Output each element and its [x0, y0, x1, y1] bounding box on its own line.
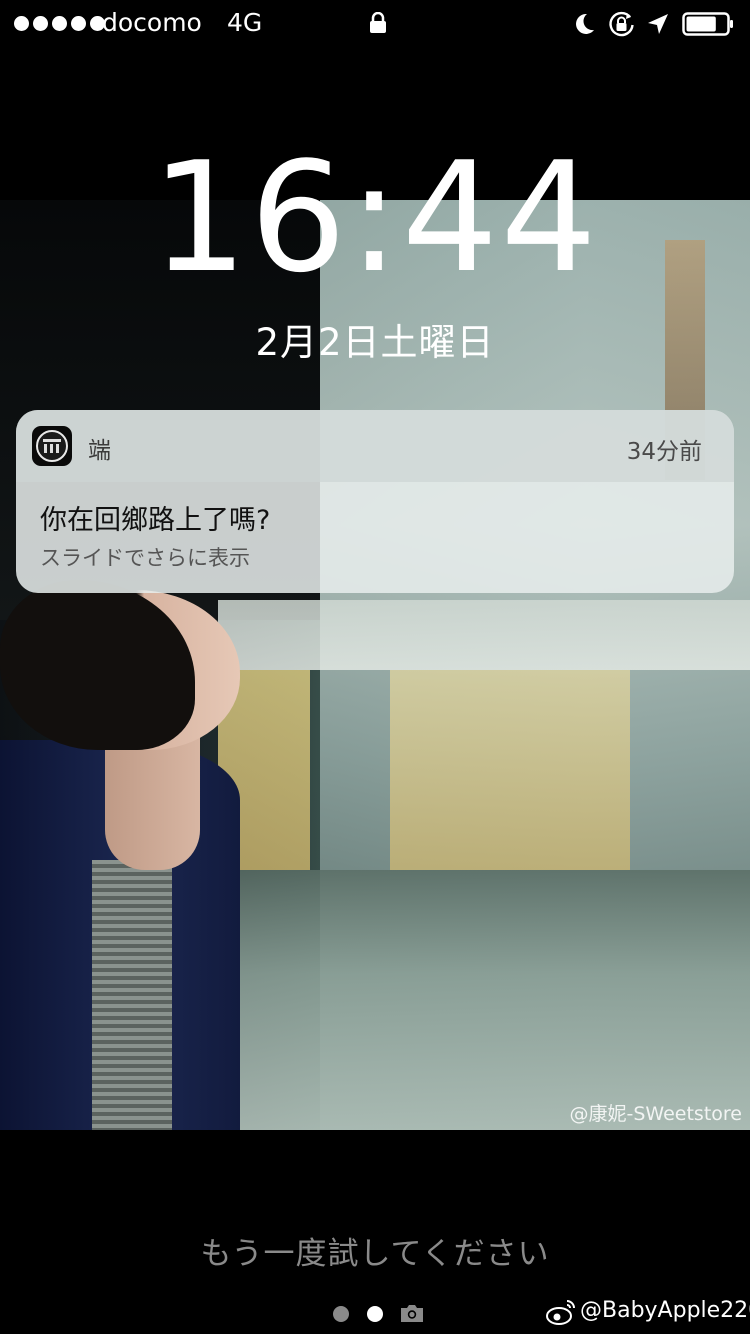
- notification-hint: スライドでさらに表示: [40, 546, 250, 570]
- page-indicator-dot-active: [367, 1306, 383, 1322]
- location-arrow-icon: [648, 14, 668, 34]
- carrier-name: docomo: [102, 8, 202, 37]
- lockscreen-date: 2月2日土曜日: [255, 321, 495, 364]
- notification-card[interactable]: 端 34分前 你在回鄉路上了嗎? スライドでさらに表示: [16, 410, 734, 593]
- wallpaper-watermark: @康妮-SWeetstore: [569, 1103, 742, 1125]
- network-type: 4G: [227, 8, 263, 37]
- page-indicator-dot: [333, 1306, 349, 1322]
- rotation-lock-icon: [609, 11, 634, 37]
- battery-icon: [682, 12, 733, 36]
- notification-app-name: 端: [88, 438, 111, 464]
- lockscreen-time: 16:44: [150, 129, 600, 306]
- moon-icon: [576, 13, 594, 34]
- camera-icon[interactable]: [399, 1302, 425, 1324]
- status-bar: docomo 4G: [0, 0, 750, 48]
- notification-message: 你在回鄉路上了嗎?: [40, 505, 271, 536]
- signal-strength-icon: [14, 16, 105, 31]
- lock-icon: [370, 12, 386, 33]
- retry-message: もう一度試してください: [200, 1236, 550, 1272]
- weibo-icon: [546, 1300, 575, 1325]
- notification-time: 34分前: [626, 439, 702, 465]
- corner-watermark: @BabyApple220: [580, 1298, 750, 1323]
- notification-header: 端 34分前: [16, 410, 734, 482]
- app-icon: [32, 426, 72, 466]
